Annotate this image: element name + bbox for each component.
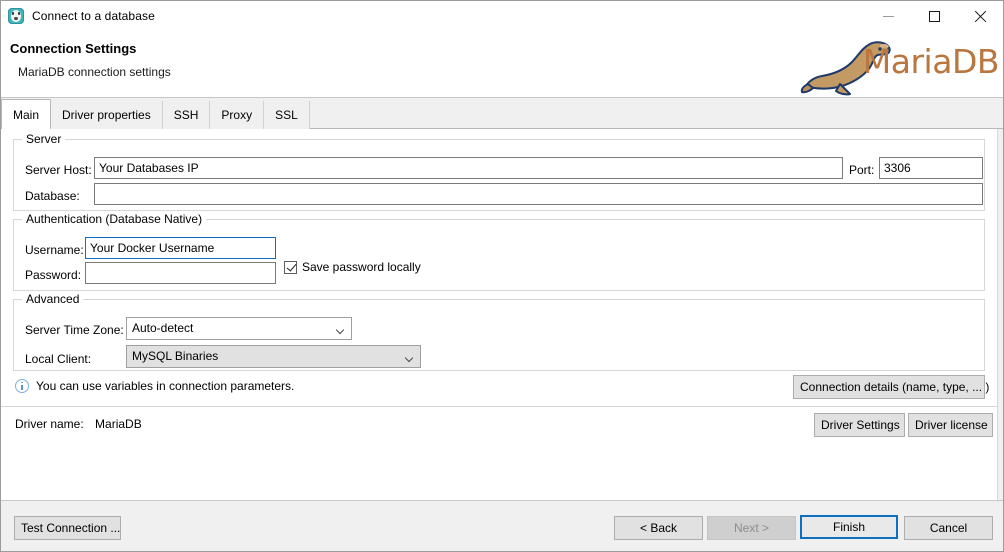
info-icon [15, 379, 29, 393]
driver-name-row: Driver name: MariaDB [15, 417, 142, 431]
tab-proxy-label: Proxy [221, 108, 252, 122]
tab-main[interactable]: Main [1, 99, 51, 129]
next-button: Next > [707, 516, 796, 540]
maximize-button[interactable] [911, 1, 957, 31]
maximize-icon [929, 11, 940, 22]
port-input[interactable] [879, 157, 983, 179]
tab-ssh-label: SSH [174, 108, 199, 122]
test-connection-button[interactable]: Test Connection ... [14, 516, 121, 540]
back-label: < Back [640, 521, 677, 535]
save-password-checkbox-row[interactable]: Save password locally [284, 260, 421, 274]
next-label: Next > [734, 521, 769, 535]
driver-license-label: Driver license [915, 418, 988, 432]
main-tab-panel: Server Server Host: Port: Database: Auth… [1, 129, 1003, 501]
mariadb-wordmark: MariaDB [863, 42, 999, 81]
content-divider [1, 406, 997, 407]
advanced-group-legend: Advanced [22, 292, 83, 306]
finish-button[interactable]: Finish [800, 515, 898, 539]
username-input[interactable] [85, 237, 276, 259]
server-host-input[interactable] [94, 157, 843, 179]
chevron-down-icon [337, 327, 344, 334]
chevron-down-icon [406, 355, 413, 362]
tab-driver-properties[interactable]: Driver properties [50, 101, 163, 129]
minimize-button[interactable] [865, 1, 911, 31]
server-timezone-label: Server Time Zone: [25, 321, 124, 339]
local-client-value: MySQL Binaries [132, 349, 218, 363]
server-timezone-value: Auto-detect [132, 321, 193, 335]
content-right-edge [997, 129, 1003, 500]
connection-details-button[interactable]: Connection details (name, type, ... ) [793, 375, 985, 399]
window-controls [865, 1, 1003, 31]
driver-settings-button[interactable]: Driver Settings [814, 413, 905, 437]
dialog-footer: Test Connection ... < Back Next > Finish… [1, 501, 1003, 551]
database-input[interactable] [94, 183, 983, 205]
settings-tabbar: Main Driver properties SSH Proxy SSL [1, 99, 1003, 129]
server-timezone-combo[interactable]: Auto-detect [126, 317, 352, 340]
finish-label: Finish [833, 520, 865, 534]
dbeaver-icon [8, 8, 24, 24]
tab-main-label: Main [13, 108, 39, 122]
driver-name-value: MariaDB [95, 417, 142, 431]
tab-proxy[interactable]: Proxy [209, 101, 264, 129]
password-label: Password: [25, 266, 81, 284]
page-title: Connection Settings [10, 41, 136, 56]
test-connection-label: Test Connection ... [21, 521, 120, 535]
close-button[interactable] [957, 1, 1003, 31]
save-password-label: Save password locally [302, 260, 421, 274]
minimize-icon [883, 16, 894, 17]
username-label: Username: [25, 241, 84, 259]
connection-details-label: Connection details (name, type, ... ) [800, 380, 989, 394]
save-password-checkbox[interactable] [284, 261, 297, 274]
server-host-label: Server Host: [25, 161, 92, 179]
local-client-combo[interactable]: MySQL Binaries [126, 345, 421, 368]
driver-license-button[interactable]: Driver license [908, 413, 993, 437]
tab-ssh[interactable]: SSH [162, 101, 211, 129]
connection-settings-dialog: Connect to a database Connection Setting… [0, 0, 1004, 552]
cancel-label: Cancel [930, 521, 967, 535]
tabbar-filler [309, 101, 1003, 129]
window-title: Connect to a database [32, 9, 155, 23]
server-group-legend: Server [22, 132, 65, 146]
variables-hint-text: You can use variables in connection para… [36, 379, 294, 393]
password-input[interactable] [85, 262, 276, 284]
local-client-label: Local Client: [25, 350, 91, 368]
port-label: Port: [849, 161, 874, 179]
cancel-button[interactable]: Cancel [904, 516, 993, 540]
driver-settings-label: Driver Settings [821, 418, 900, 432]
dialog-header: Connection Settings MariaDB connection s… [1, 31, 1003, 98]
variables-hint: You can use variables in connection para… [15, 379, 294, 393]
tab-driver-properties-label: Driver properties [62, 108, 151, 122]
tab-ssl[interactable]: SSL [263, 101, 310, 129]
page-subtitle: MariaDB connection settings [18, 65, 171, 79]
close-icon [974, 10, 987, 23]
driver-name-label: Driver name: [15, 417, 84, 431]
database-label: Database: [25, 187, 80, 205]
authentication-group-legend: Authentication (Database Native) [22, 212, 206, 226]
window-titlebar: Connect to a database [1, 1, 1003, 31]
tab-ssl-label: SSL [275, 108, 298, 122]
mariadb-seal-logo: MariaDB [796, 34, 1001, 96]
back-button[interactable]: < Back [614, 516, 703, 540]
